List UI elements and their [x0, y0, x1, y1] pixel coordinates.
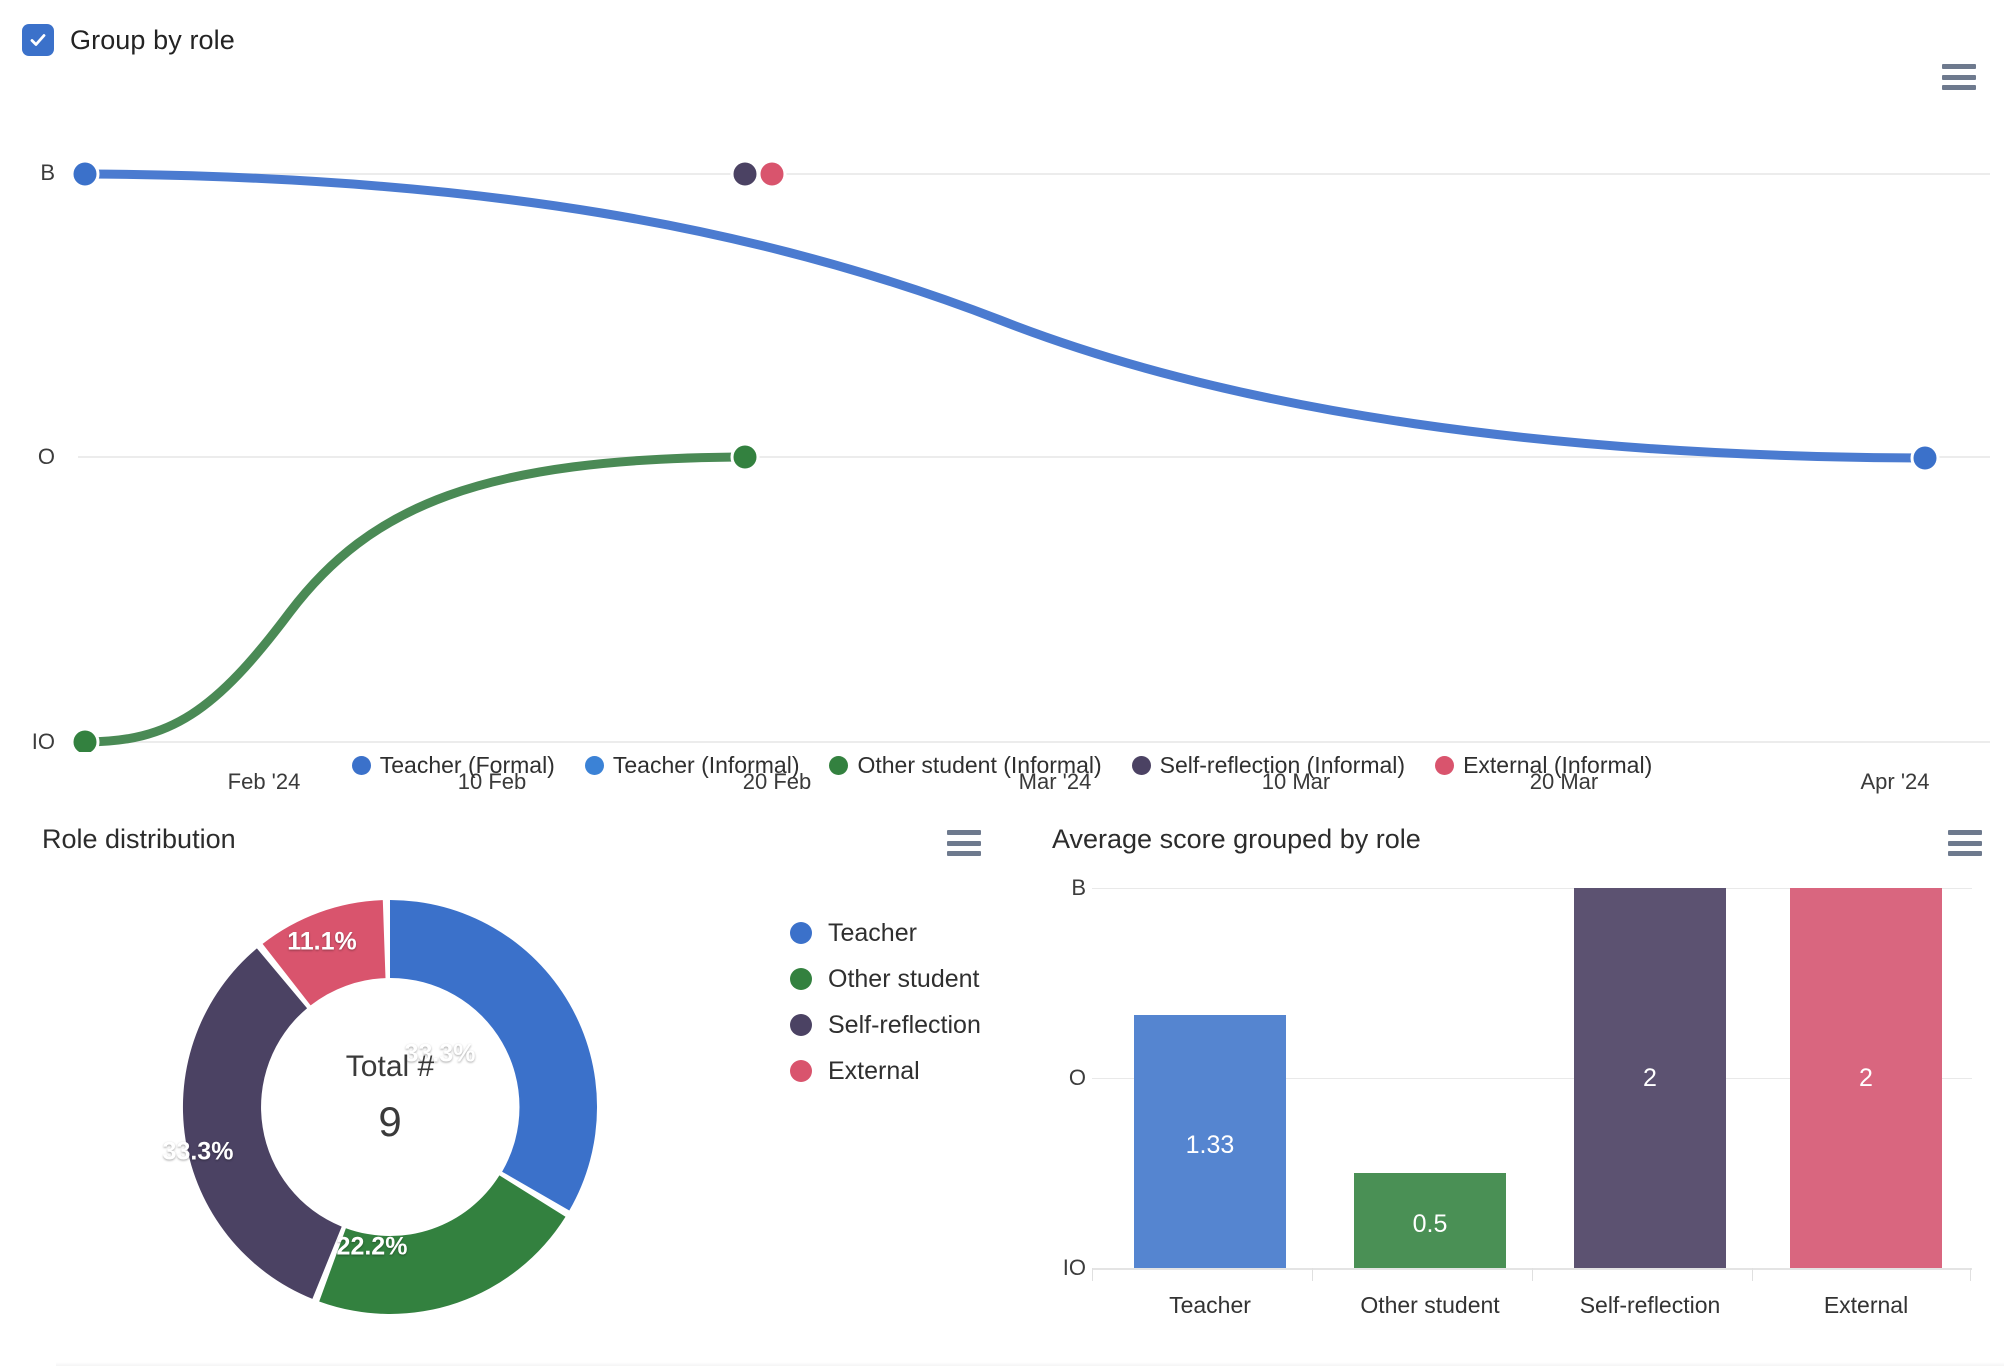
bar-y-tick-o: O: [1068, 1065, 1086, 1090]
bar-category-other-student: Other student: [1360, 1292, 1500, 1318]
role-distribution-title: Role distribution: [42, 824, 236, 854]
donut-slice-other-student[interactable]: [319, 1175, 566, 1314]
point-other-student-end: [730, 442, 760, 472]
point-self-reflection: [730, 159, 760, 189]
legend-label: Self-reflection (Informal): [1159, 752, 1406, 778]
legend-label: Teacher (Informal): [612, 752, 800, 778]
other-student-line: [80, 452, 750, 747]
donut-slice-self-reflection[interactable]: [182, 948, 342, 1299]
bar-axis-tick: [1970, 1268, 1971, 1281]
page-bottom-divider: [56, 1362, 2004, 1366]
average-score-menu-icon[interactable]: [1948, 830, 1982, 856]
legend-dot-icon: [790, 1060, 812, 1082]
donut-svg: [182, 900, 598, 1314]
legend-label: Teacher: [828, 918, 917, 947]
bar-category-external: External: [1823, 1292, 1909, 1318]
legend-label: Other student (Informal): [857, 752, 1102, 778]
legend-item-external-informal[interactable]: External (Informal): [1435, 752, 1652, 779]
legend-dot-icon: [790, 922, 812, 944]
bar-axis-tick: [1752, 1268, 1753, 1281]
legend-item-teacher-formal[interactable]: Teacher (Formal): [351, 752, 555, 779]
legend-label: Teacher (Formal): [379, 752, 555, 778]
bar-rect: [1354, 1173, 1506, 1268]
legend-dot-icon: [1131, 756, 1151, 775]
legend-dot-icon: [1435, 756, 1455, 775]
point-external: [757, 159, 787, 189]
line-y-tick-b: B: [40, 160, 55, 185]
donut-slice-teacher[interactable]: [390, 900, 598, 1211]
role-distribution-panel: Role distribution 33.3% 22.2% 33.3% 11.1…: [0, 810, 1030, 1366]
point-teacher-formal-end: [1910, 443, 1940, 473]
bar-rect: [1790, 888, 1942, 1268]
bar-axis-tick: [1312, 1268, 1313, 1281]
timeline-line-chart: B O IO Feb '24 10 Feb 20 Feb Mar '24 10 …: [0, 52, 2004, 794]
line-chart-plot: [70, 159, 1990, 752]
bar-y-tick-b: B: [1071, 875, 1086, 900]
legend-dot-icon: [790, 968, 812, 990]
legend-dot-icon: [584, 756, 604, 775]
donut-legend-item-other-student[interactable]: Other student: [790, 956, 981, 1002]
bar-external[interactable]: 2: [1790, 888, 1942, 1268]
bar-axis-tick: [1532, 1268, 1533, 1281]
legend-label: Self-reflection: [828, 1010, 981, 1039]
line-y-tick-o: O: [37, 444, 55, 469]
teacher-formal-line: [80, 169, 1930, 463]
bar-y-tick-io: IO: [1062, 1255, 1086, 1280]
average-score-title: Average score grouped by role: [1052, 824, 1421, 854]
legend-label: External (Informal): [1463, 752, 1653, 778]
legend-dot-icon: [790, 1014, 812, 1036]
donut-legend-item-external[interactable]: External: [790, 1048, 981, 1094]
point-teacher-formal-start: [70, 159, 100, 189]
role-distribution-menu-icon[interactable]: [947, 830, 981, 856]
bar-rect: [1574, 888, 1726, 1268]
bar-plot-area: 1.33 0.5 2 2: [1092, 888, 1972, 1268]
dashboard-page: Group by role B O IO Feb '24 10 Feb 20 F…: [0, 0, 2004, 1366]
bar-category-teacher: Teacher: [1169, 1292, 1251, 1318]
bar-category-self-reflection: Self-reflection: [1579, 1292, 1721, 1318]
role-distribution-legend: Teacher Other student Self-reflection Ex…: [790, 910, 981, 1094]
bar-self-reflection[interactable]: 2: [1574, 888, 1726, 1268]
bar-rect: [1134, 1015, 1286, 1268]
bar-teacher[interactable]: 1.33: [1134, 1015, 1286, 1268]
average-score-bar-chart: B O IO 1.33 0.5 2 2 Teacher Other studen…: [1063, 875, 1972, 1318]
bar-axis-tick: [1092, 1268, 1093, 1281]
bottom-panels: Role distribution 33.3% 22.2% 33.3% 11.1…: [0, 810, 2004, 1366]
donut-legend-item-self-reflection[interactable]: Self-reflection: [790, 1002, 981, 1048]
bar-other-student[interactable]: 0.5: [1354, 1173, 1506, 1268]
group-by-role-label: Group by role: [70, 24, 235, 55]
average-score-panel: Average score grouped by role B O IO 1.3…: [1030, 810, 2004, 1366]
donut-legend-item-teacher[interactable]: Teacher: [790, 910, 981, 956]
legend-item-self-reflection-informal[interactable]: Self-reflection (Informal): [1131, 752, 1406, 779]
role-distribution-donut: 33.3% 22.2% 33.3% 11.1% Total # 9: [140, 872, 640, 1342]
legend-item-teacher-informal[interactable]: Teacher (Informal): [584, 752, 800, 779]
legend-label: External: [828, 1056, 920, 1085]
line-chart-legend: Teacher (Formal) Teacher (Informal) Othe…: [0, 752, 2004, 779]
legend-label: Other student: [828, 964, 980, 993]
legend-dot-icon: [351, 756, 371, 775]
legend-item-other-student-informal[interactable]: Other student (Informal): [829, 752, 1102, 779]
check-icon: [30, 34, 46, 46]
legend-dot-icon: [829, 756, 849, 775]
point-other-student-start: [70, 727, 100, 752]
